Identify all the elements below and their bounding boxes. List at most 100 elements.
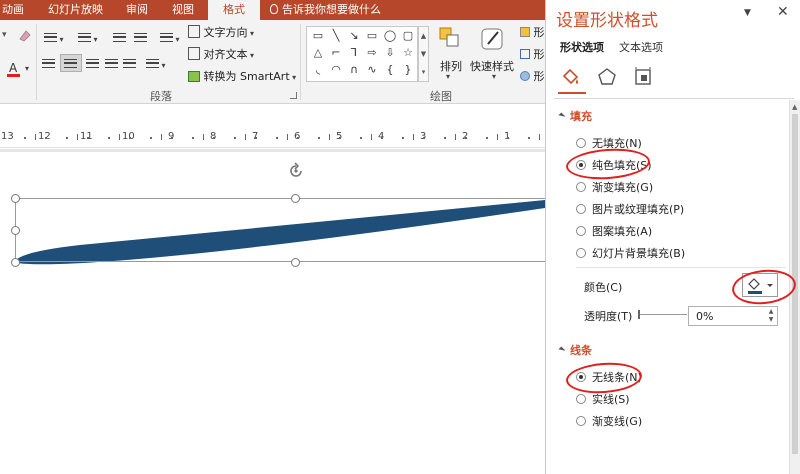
line-spacing-button[interactable]: ▾ — [160, 32, 180, 45]
convert-smartart-button[interactable]: 转换为 SmartArt ▾ — [188, 68, 296, 84]
radio-gradient-fill[interactable]: 渐变填充(G) — [576, 179, 653, 195]
fill-sub-divider — [576, 267, 786, 268]
radio-slide-background-fill[interactable]: 幻灯片背景填充(B) — [576, 245, 685, 261]
shapes-gallery-scroll[interactable]: ▲ ▼ ▾ — [418, 26, 429, 82]
tab-text-options[interactable]: 文本选项 — [619, 39, 663, 55]
ruler-mark — [192, 137, 194, 139]
indent-arrow-icon[interactable]: ▾ — [2, 30, 7, 40]
line-shape-icon[interactable]: ╲ — [329, 29, 343, 43]
ruler-mark — [423, 137, 425, 139]
rotate-icon[interactable] — [287, 162, 305, 180]
radio-label: 图案填充(A) — [592, 225, 653, 238]
numbering-button[interactable]: ▾ — [78, 32, 98, 45]
size-properties-icon[interactable] — [632, 66, 654, 88]
arrow-shape-icon[interactable]: ↘ — [347, 29, 361, 43]
ribbon: ▾ A ▾ ▾ ▾ ▾ ▾ 文字方向 ▾ 对齐文本 ▾ 转换为 SmartArt… — [0, 20, 545, 104]
triangle-shape-icon[interactable]: △ — [311, 46, 325, 60]
clear-format-icon[interactable] — [18, 28, 32, 42]
radio-label: 幻灯片背景填充(B) — [592, 247, 686, 260]
shape-outline-button[interactable]: 形 — [520, 46, 545, 62]
columns-button[interactable]: ▾ — [146, 58, 166, 71]
shape-fill-button[interactable]: 形 — [520, 24, 545, 40]
tab-slide-show[interactable]: 幻灯片放映 — [44, 0, 110, 20]
transparency-slider[interactable] — [638, 310, 687, 319]
arc-shape-icon[interactable]: ∩ — [347, 63, 361, 77]
tab-view[interactable]: 视图 — [164, 0, 200, 20]
resize-handle-bottom-center[interactable] — [291, 258, 300, 267]
radio-label: 渐变填充(G) — [592, 181, 654, 194]
radio-button[interactable] — [576, 226, 586, 236]
align-text-label: 对齐文本 — [203, 48, 248, 61]
rectangle-shape-icon[interactable]: ▭ — [365, 29, 379, 43]
elbow-shape-icon[interactable]: ⌐ — [329, 46, 343, 60]
freeform-shape-icon[interactable]: ◟ — [311, 63, 325, 77]
increase-indent-button[interactable] — [134, 32, 147, 45]
effects-icon[interactable] — [596, 66, 618, 88]
resize-handle-top-left[interactable] — [11, 194, 20, 203]
font-color-icon[interactable]: A — [6, 60, 22, 78]
radio-gradient-line[interactable]: 渐变线(G) — [576, 413, 642, 429]
align-right-button[interactable] — [86, 58, 99, 71]
distributed-button[interactable] — [123, 58, 136, 71]
radio-button[interactable] — [576, 138, 586, 148]
paragraph-launcher[interactable] — [290, 92, 297, 99]
ruler-mark — [413, 134, 414, 140]
transparency-input[interactable]: 0% ▲ ▼ — [688, 306, 778, 326]
scroll-up-arrow[interactable]: ▲ — [792, 103, 797, 111]
radio-button[interactable] — [576, 394, 586, 404]
shape-effects-label: 形 — [533, 70, 545, 83]
down-arrow-shape-icon[interactable]: ⇩ — [383, 46, 397, 60]
ruler-mark — [45, 137, 47, 139]
resize-handle-middle-left[interactable] — [11, 226, 20, 235]
arrange-dropdown[interactable]: ▾ — [446, 72, 450, 81]
fill-line-icon[interactable] — [560, 66, 582, 88]
ruler-mark — [234, 137, 236, 139]
ruler-mark — [129, 137, 131, 139]
shape-effects-button[interactable]: 形 — [520, 68, 545, 84]
shape-fill-label: 形 — [533, 26, 545, 39]
shapes-gallery[interactable]: ▭ ╲ ↘ ▭ ◯ ▢ △ ⌐ ⅂ ⇨ ⇩ ☆ ◟ ◠ ∩ ∿ { } — [306, 26, 418, 82]
pane-options-dropdown[interactable]: ▼ — [744, 8, 751, 18]
oval-shape-icon[interactable]: ◯ — [383, 29, 397, 43]
tab-animations[interactable]: 动画 — [0, 0, 26, 20]
bullets-button[interactable]: ▾ — [44, 32, 64, 45]
ruler-mark — [77, 134, 78, 140]
star-shape-icon[interactable]: ☆ — [401, 46, 415, 60]
brace-right-shape-icon[interactable]: } — [401, 63, 415, 77]
close-icon[interactable]: ✕ — [777, 4, 789, 20]
resize-handle-top-center[interactable] — [291, 194, 300, 203]
tab-shape-options[interactable]: 形状选项 — [560, 39, 604, 55]
align-left-button[interactable] — [42, 58, 55, 71]
transparency-value: 0% — [696, 310, 714, 323]
curve-shape-icon[interactable]: ◠ — [329, 63, 343, 77]
brace-shape-icon[interactable]: { — [383, 63, 397, 77]
font-color-dropdown[interactable]: ▾ — [25, 64, 29, 73]
radio-pattern-fill[interactable]: 图案填充(A) — [576, 223, 652, 239]
tab-review[interactable]: 审阅 — [118, 0, 156, 20]
justify-button[interactable] — [105, 58, 118, 71]
radio-button[interactable] — [576, 204, 586, 214]
tell-me-search[interactable]: 告诉我你想要做什么 — [270, 0, 381, 20]
quick-styles-dropdown[interactable]: ▾ — [492, 72, 496, 81]
radio-button[interactable] — [576, 182, 586, 192]
decrease-indent-button[interactable] — [113, 32, 126, 45]
arrange-button[interactable]: 排列 — [440, 58, 462, 74]
transparency-spinner[interactable]: ▲ ▼ — [766, 308, 776, 324]
radio-button[interactable] — [576, 248, 586, 258]
rounded-rect-shape-icon[interactable]: ▢ — [401, 29, 415, 43]
radio-picture-fill[interactable]: 图片或纹理填充(P) — [576, 201, 684, 217]
radio-button[interactable] — [576, 416, 586, 426]
textbox-shape-icon[interactable]: ▭ — [311, 29, 325, 43]
connector-shape-icon[interactable]: ⅂ — [347, 46, 361, 60]
fill-section-header[interactable]: 填充 — [558, 108, 592, 124]
text-direction-button[interactable]: 文字方向 ▾ — [188, 24, 254, 40]
align-text-button[interactable]: 对齐文本 ▾ — [188, 46, 254, 62]
radio-label: 图片或纹理填充(P) — [592, 203, 685, 216]
line-section-header[interactable]: 线条 — [558, 342, 592, 358]
tab-format[interactable]: 格式 — [208, 0, 260, 20]
right-arrow-shape-icon[interactable]: ⇨ — [365, 46, 379, 60]
ruler-mark — [287, 134, 288, 140]
wave-shape-icon[interactable]: ∿ — [365, 63, 379, 77]
resize-handle-bottom-left[interactable] — [11, 258, 20, 267]
radio-solid-line[interactable]: 实线(S) — [576, 391, 630, 407]
